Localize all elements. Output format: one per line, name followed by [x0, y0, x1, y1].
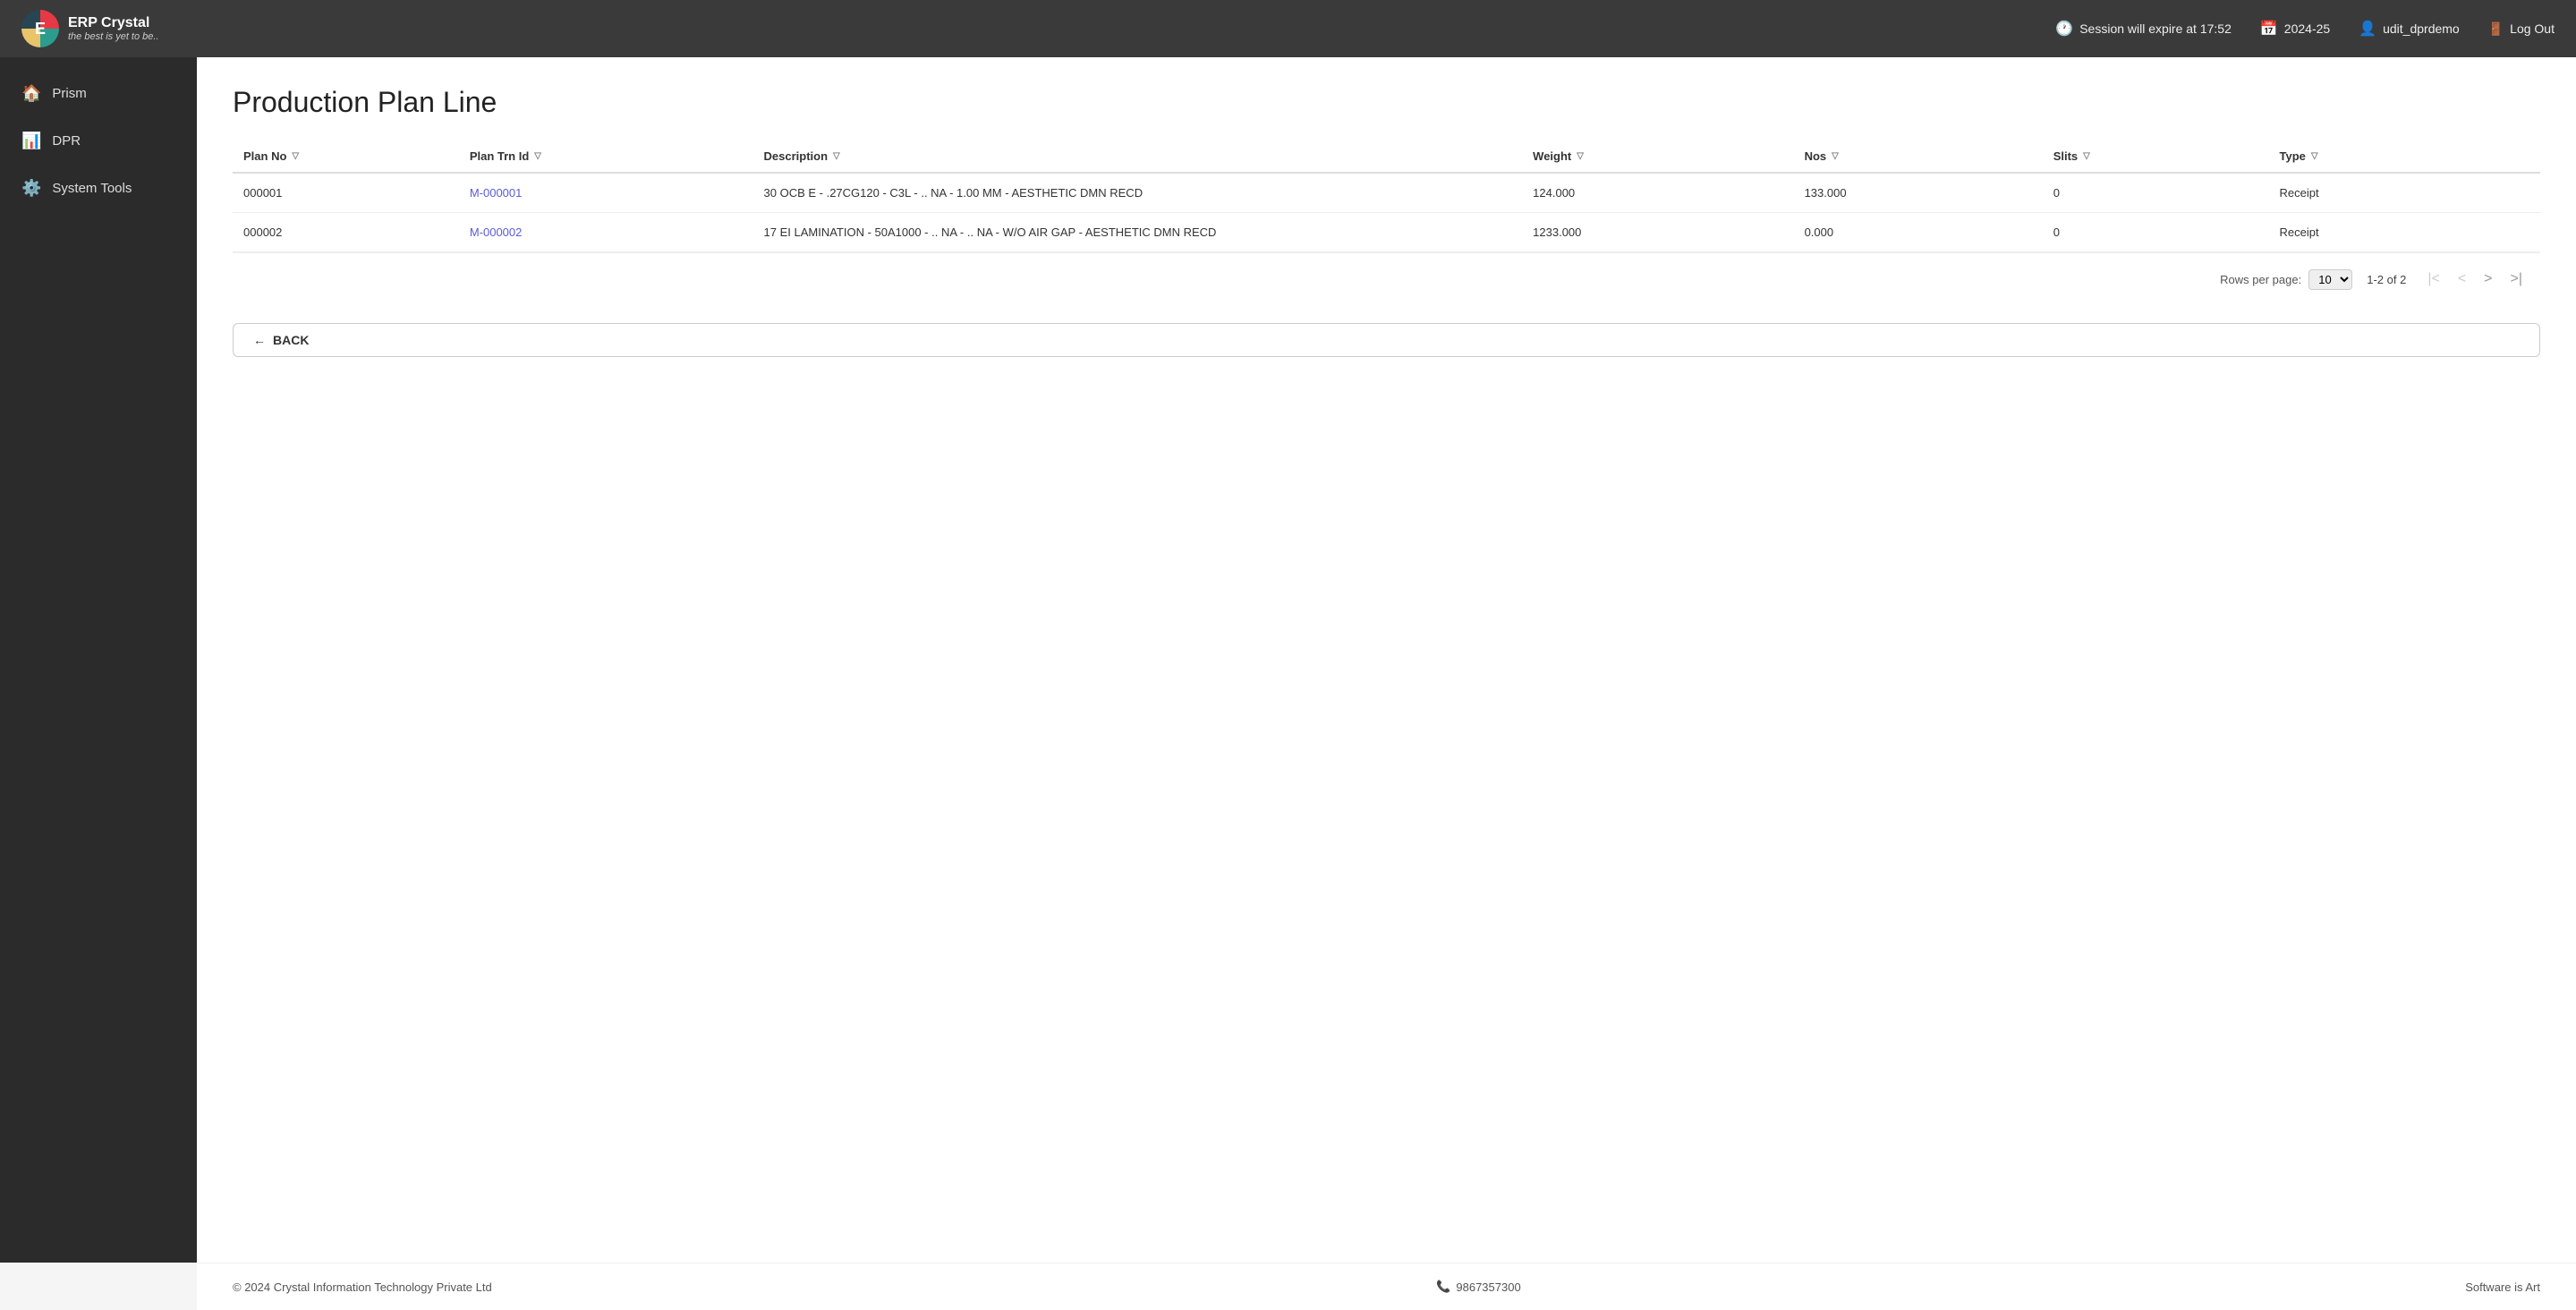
- back-button-label: BACK: [273, 333, 309, 347]
- col-header-plan-no: Plan No ▽: [233, 140, 459, 173]
- cell-plan_no: 000001: [233, 173, 459, 213]
- phone-info: 📞 9867357300: [1436, 1280, 1521, 1294]
- phone-number: 9867357300: [1456, 1280, 1520, 1294]
- rows-per-page-select[interactable]: 10 25 50: [2308, 269, 2352, 290]
- sidebar: 🏠 Prism 📊 DPR ⚙️ System Tools: [0, 57, 197, 1263]
- home-icon: 🏠: [21, 84, 41, 103]
- logo: E ERP Crystal the best is yet to be..: [21, 10, 159, 47]
- cell-description: 30 OCB E - .27CG120 - C3L - .. NA - 1.00…: [753, 173, 1523, 213]
- chart-icon: 📊: [21, 132, 41, 150]
- filter-icon-slits[interactable]: ▽: [2083, 151, 2090, 161]
- cell-plan_trn_id[interactable]: M-000001: [459, 173, 753, 213]
- rows-per-page-control: Rows per page: 10 25 50: [2220, 269, 2352, 290]
- phone-icon: 📞: [1436, 1280, 1450, 1294]
- sidebar-item-label: DPR: [52, 133, 81, 149]
- logout-button[interactable]: 🚪 Log Out: [2488, 21, 2555, 37]
- sidebar-item-dpr[interactable]: 📊 DPR: [0, 119, 197, 163]
- prev-page-button[interactable]: <: [2451, 268, 2473, 291]
- rows-per-page-label: Rows per page:: [2220, 273, 2301, 286]
- cell-description: 17 EI LAMINATION - 50A1000 - .. NA - .. …: [753, 213, 1523, 252]
- pagination: Rows per page: 10 25 50 1-2 of 2 |< < > …: [233, 252, 2540, 305]
- sidebar-item-label: Prism: [52, 86, 86, 101]
- user-label: udit_dprdemo: [2383, 21, 2460, 36]
- filter-icon-description[interactable]: ▽: [833, 151, 840, 161]
- layout: 🏠 Prism 📊 DPR ⚙️ System Tools Production…: [0, 57, 2576, 1263]
- cell-plan_trn_id[interactable]: M-000002: [459, 213, 753, 252]
- col-header-plan-trn-id: Plan Trn Id ▽: [459, 140, 753, 173]
- session-expiry: 🕐 Session will expire at 17:52: [2055, 20, 2232, 38]
- app-name: ERP Crystal: [68, 15, 159, 31]
- sidebar-item-prism[interactable]: 🏠 Prism: [0, 72, 197, 115]
- app-header: E ERP Crystal the best is yet to be.. 🕐 …: [0, 0, 2576, 57]
- filter-icon-weight[interactable]: ▽: [1577, 151, 1584, 161]
- cell-slits: 0: [2043, 173, 2269, 213]
- filter-icon-type[interactable]: ▽: [2311, 151, 2318, 161]
- header-right: 🕐 Session will expire at 17:52 📅 2024-25…: [2055, 20, 2555, 38]
- next-page-button[interactable]: >: [2477, 268, 2499, 291]
- calendar-icon: 📅: [2260, 20, 2278, 38]
- last-page-button[interactable]: >|: [2504, 268, 2530, 291]
- logout-icon: 🚪: [2488, 21, 2504, 37]
- filter-icon-plan-no[interactable]: ▽: [292, 151, 299, 161]
- table-row: 000002M-00000217 EI LAMINATION - 50A1000…: [233, 213, 2540, 252]
- back-arrow-icon: ←: [253, 333, 266, 347]
- copyright: © 2024 Crystal Information Technology Pr…: [233, 1280, 492, 1294]
- back-button[interactable]: ← BACK: [233, 323, 2540, 357]
- col-header-type: Type ▽: [2269, 140, 2540, 173]
- col-header-slits: Slits ▽: [2043, 140, 2269, 173]
- gear-icon: ⚙️: [21, 179, 41, 198]
- cell-slits: 0: [2043, 213, 2269, 252]
- session-label: Session will expire at 17:52: [2079, 21, 2232, 36]
- sidebar-item-label: System Tools: [52, 181, 132, 196]
- cell-nos: 0.000: [1794, 213, 2043, 252]
- logo-text: ERP Crystal the best is yet to be..: [68, 15, 159, 42]
- col-header-weight: Weight ▽: [1522, 140, 1793, 173]
- app-subtitle: the best is yet to be..: [68, 31, 159, 42]
- first-page-button[interactable]: |<: [2420, 268, 2447, 291]
- cell-weight: 1233.000: [1522, 213, 1793, 252]
- clock-icon: 🕐: [2055, 20, 2073, 38]
- cell-weight: 124.000: [1522, 173, 1793, 213]
- sidebar-item-system-tools[interactable]: ⚙️ System Tools: [0, 166, 197, 210]
- year-label: 2024-25: [2284, 21, 2330, 36]
- year-indicator: 📅 2024-25: [2260, 20, 2330, 38]
- logout-label: Log Out: [2510, 21, 2555, 36]
- filter-icon-plan-trn-id[interactable]: ▽: [534, 151, 541, 161]
- page-title: Production Plan Line: [233, 86, 2540, 119]
- cell-type: Receipt: [2269, 173, 2540, 213]
- production-plan-table: Plan No ▽ Plan Trn Id ▽ Description: [233, 140, 2540, 252]
- cell-plan_no: 000002: [233, 213, 459, 252]
- logo-icon: E: [21, 10, 59, 47]
- cell-type: Receipt: [2269, 213, 2540, 252]
- cell-nos: 133.000: [1794, 173, 2043, 213]
- user-indicator: 👤 udit_dprdemo: [2359, 20, 2460, 38]
- main-content: Production Plan Line Plan No ▽ Plan Trn …: [197, 57, 2576, 1263]
- page-info: 1-2 of 2: [2367, 273, 2406, 286]
- user-icon: 👤: [2359, 20, 2376, 38]
- page-navigation: |< < > >|: [2420, 268, 2529, 291]
- tagline: Software is Art: [2465, 1280, 2540, 1294]
- app-footer: © 2024 Crystal Information Technology Pr…: [197, 1263, 2576, 1310]
- col-header-nos: Nos ▽: [1794, 140, 2043, 173]
- col-header-description: Description ▽: [753, 140, 1523, 173]
- table-row: 000001M-00000130 OCB E - .27CG120 - C3L …: [233, 173, 2540, 213]
- filter-icon-nos[interactable]: ▽: [1832, 151, 1839, 161]
